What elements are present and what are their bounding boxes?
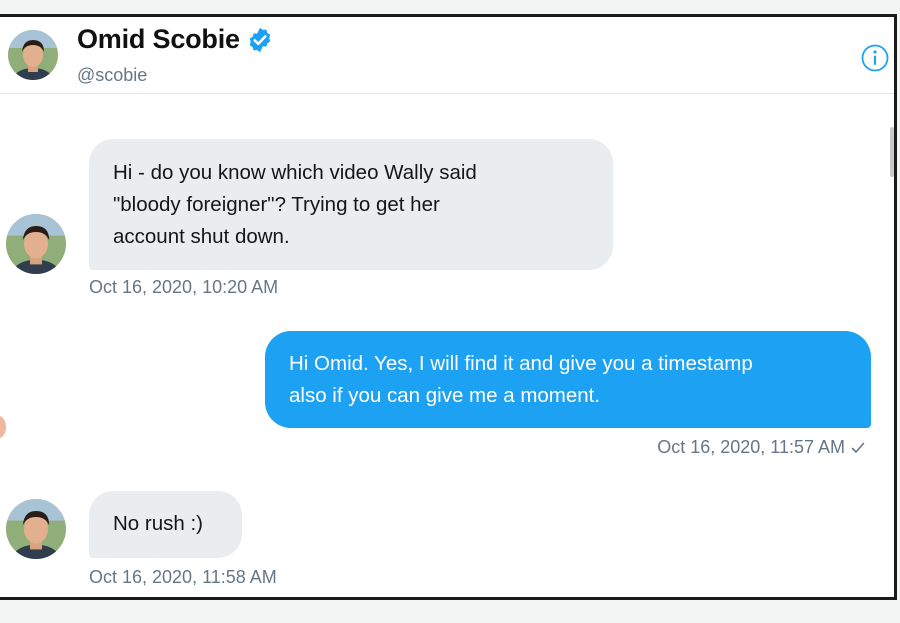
message-bubble-incoming[interactable]: No rush :)	[89, 491, 242, 558]
verified-badge-icon	[246, 26, 274, 54]
message-line: "bloody foreigner"? Trying to get her	[113, 193, 440, 216]
message-timestamp: Oct 16, 2020, 10:20 AM	[89, 277, 279, 297]
sender-avatar[interactable]	[6, 214, 66, 274]
scrollbar[interactable]	[890, 127, 894, 177]
bottom-strip	[0, 603, 900, 623]
avatar-image	[6, 499, 66, 559]
avatar-image	[8, 30, 58, 80]
message-bubble-incoming[interactable]: Hi - do you know which video Wally said …	[89, 139, 613, 270]
conversation-header: Omid Scobie @scobie	[0, 17, 894, 94]
message-bubble-outgoing[interactable]: Hi Omid. Yes, I will find it and give yo…	[265, 331, 871, 428]
message-timestamp-row: Oct 16, 2020, 11:57 AM	[657, 437, 866, 458]
sender-avatar[interactable]	[6, 499, 66, 559]
display-name[interactable]: Omid Scobie	[77, 24, 240, 55]
avatar[interactable]	[8, 30, 58, 80]
edge-decoration	[0, 416, 6, 438]
avatar-image	[6, 214, 66, 274]
message-line: account shut down.	[113, 225, 290, 248]
message-timestamp: Oct 16, 2020, 11:58 AM	[89, 567, 277, 587]
info-icon[interactable]	[860, 43, 890, 73]
check-icon	[850, 440, 866, 456]
message-timestamp: Oct 16, 2020, 11:57 AM	[657, 437, 845, 457]
message-line: also if you can give me a moment.	[289, 384, 601, 407]
dm-conversation-window: Omid Scobie @scobie Hi - do you know whi…	[0, 14, 897, 600]
user-handle: @scobie	[77, 65, 148, 85]
name-row: Omid Scobie	[77, 24, 274, 55]
message-line: Hi Omid. Yes, I will find it and give yo…	[289, 352, 753, 375]
message-line: Hi - do you know which video Wally said	[113, 161, 477, 184]
message-line: No rush :)	[113, 512, 203, 535]
